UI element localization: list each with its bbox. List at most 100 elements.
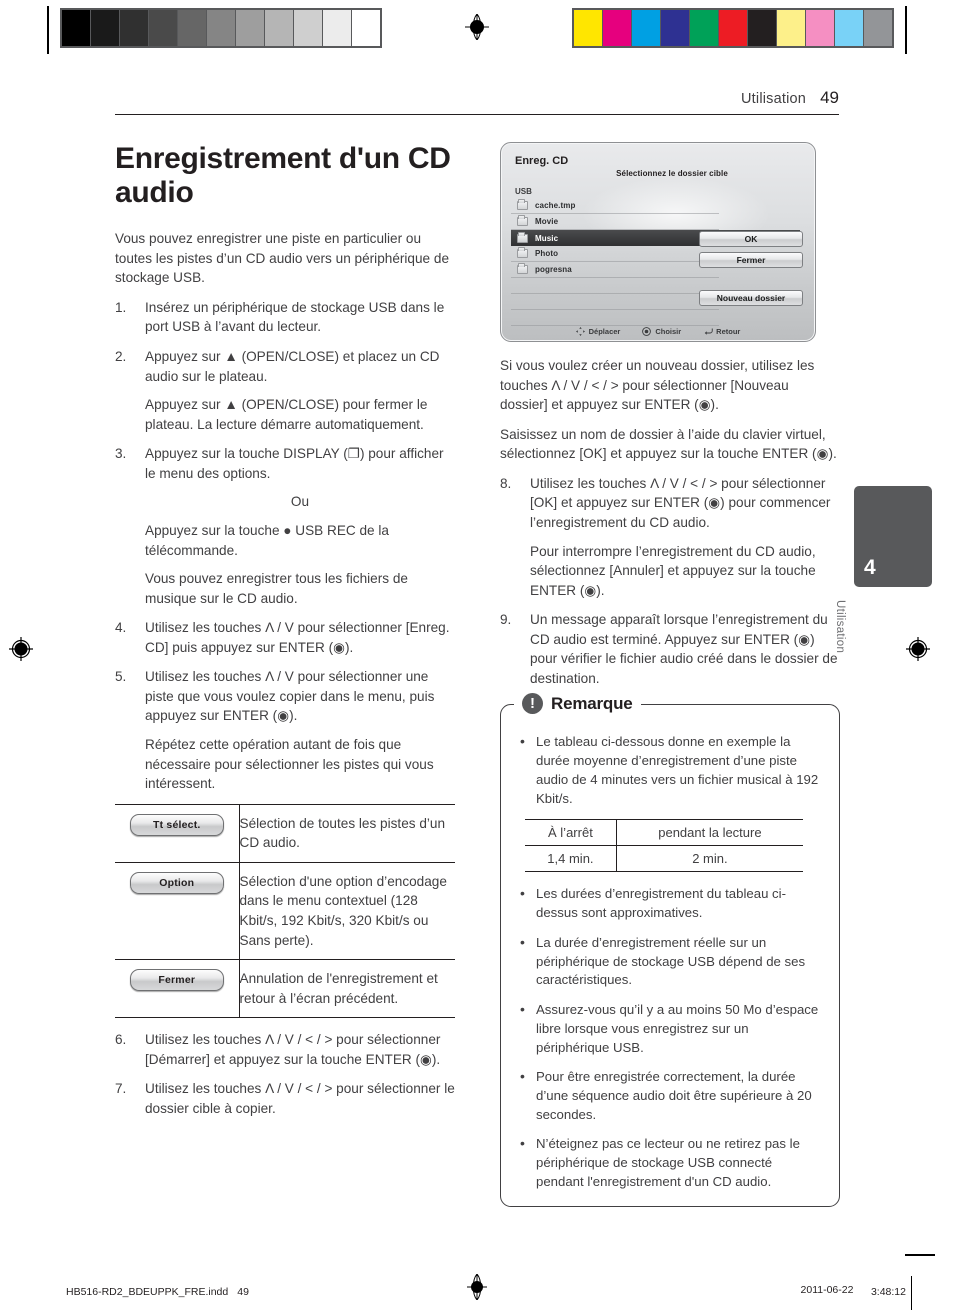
remote-button-graphic: Option [129, 871, 224, 894]
procedure-step: 4. Utilisez les touches Λ / V pour sélect… [115, 618, 455, 657]
right-paragraphs-top: Si vous voulez créer un nouveau dossier,… [500, 356, 840, 464]
step-number: 1. [115, 299, 127, 315]
list-item[interactable]: pogresna [511, 262, 719, 278]
mock-folder-list[interactable]: cache.tmp Movie Music Photo pogresna [511, 198, 800, 326]
mock-button-fermer[interactable]: Fermer [699, 252, 803, 268]
mock-hint: Retour [703, 327, 740, 336]
folder-name: Music [535, 233, 559, 243]
body-paragraph: Si vous voulez créer un nouveau dossier,… [500, 358, 815, 413]
return-icon [703, 327, 713, 336]
remote-button-graphic: Tt sélect. [129, 813, 224, 836]
step-paragraph: Appuyez sur la touche DISPLAY (❐) pour a… [145, 446, 444, 481]
step-paragraph: Utilisez les touches Λ / V pour sélectio… [145, 669, 435, 724]
list-item-empty [511, 294, 719, 310]
procedure-step: 5. Utilisez les touches Λ / V pour sélect… [115, 667, 455, 793]
procedure-step: 2. Appuyez sur ▲ (OPEN/CLOSE) et placez u… [115, 347, 455, 434]
recording-duration-table: À l’arrêt pendant la lecture 1,4 min. 2 mi… [525, 819, 803, 873]
step-paragraph: Appuyez sur ▲ (OPEN/CLOSE) et placez un … [145, 349, 440, 384]
gray-swatch [62, 10, 91, 46]
step-paragraph: Répétez cette opération autant de fois q… [145, 737, 434, 792]
color-swatch [719, 10, 748, 46]
step-paragraph: Utilisez les touches Λ / V / < / > pour … [145, 1032, 441, 1067]
step-paragraph: Ou [290, 494, 310, 510]
step-paragraph: Vous pouvez enregistrer tous les fichier… [145, 571, 408, 606]
footer-crop-mark [911, 1276, 913, 1310]
footer-time: 3:48:12 [860, 1286, 906, 1298]
mock-button-nouveau-dossier[interactable]: Nouveau dossier [699, 290, 803, 306]
table-header-cell: pendant la lecture [616, 819, 803, 847]
note-bullet: La durée d’enregistrement réelle sur un … [517, 933, 823, 990]
step-number: 5. [115, 669, 127, 685]
mock-hint-label: Choisir [655, 327, 682, 336]
table-row: Tt sélect. Sélection de toutes les pistes… [115, 803, 455, 863]
mock-button-group: OK Fermer Nouveau dossier [699, 231, 803, 311]
table-row: 1,4 min. 2 min. [525, 845, 803, 873]
mock-button-ok[interactable]: OK [699, 231, 803, 247]
device-screen-mockup: Enreg. CD Sélectionnez le dossier cible … [500, 142, 816, 342]
procedure-step: 3. Appuyez sur la touche DISPLAY (❐) pour… [115, 444, 455, 608]
mock-hint-label: Retour [716, 327, 741, 336]
print-footer: HB516-RD2_BDEUPPK_FRE.indd 49 2011-06-22… [66, 1284, 906, 1299]
list-item[interactable]: cache.tmp [511, 198, 719, 214]
procedure-step: 9. Un message apparaît lorsque l’enregist… [500, 610, 840, 688]
note-bullets-before: Le tableau ci-dessous donne en exemple l… [517, 732, 823, 808]
step-number: 3. [115, 446, 127, 462]
step-number: 9. [500, 612, 512, 628]
step-paragraph: Insérez un périphérique de stockage USB … [145, 299, 445, 335]
gray-swatch [236, 10, 265, 46]
note-bullet: Le tableau ci-dessous donne en exemple l… [517, 732, 823, 808]
color-swatch [777, 10, 806, 46]
header-section-title: Utilisation [741, 91, 807, 107]
color-swatch [748, 10, 777, 46]
right-column: Enreg. CD Sélectionnez le dossier cible … [500, 142, 840, 1207]
enter-icon [642, 327, 652, 336]
button-cell: Option [115, 862, 240, 961]
table-cell: 1,4 min. [525, 845, 617, 873]
gray-swatch [178, 10, 207, 46]
folder-name: Movie [535, 217, 559, 226]
button-reference-table: Tt sélect. Sélection de toutes les pistes… [115, 803, 455, 1019]
mock-hint: Choisir [642, 327, 681, 336]
note-bullet: Les durées d’enregistrement du tableau c… [517, 884, 823, 922]
step-number: 4. [115, 620, 127, 636]
procedure-steps-3: 8. Utilisez les touches Λ / V / < / > pou… [500, 474, 840, 689]
step-paragraph: Appuyez sur la touche ● USB REC de la té… [145, 522, 389, 558]
procedure-step: 6. Utilisez les touches Λ / V / < / > pou… [115, 1030, 455, 1069]
header-divider [115, 114, 839, 115]
list-item[interactable]: Photo [511, 246, 719, 262]
mock-hint-label: Déplacer [588, 327, 621, 336]
button-description: Sélection d'une option d’encodage dans l… [239, 862, 455, 961]
button-cell: Tt sélect. [115, 803, 240, 863]
button-cell: Fermer [115, 959, 240, 1019]
gray-swatch [294, 10, 323, 46]
chapter-label: Utilisation [834, 600, 846, 654]
color-swatch [864, 10, 892, 46]
gray-swatch [265, 10, 294, 46]
registration-target-left [8, 636, 34, 662]
mock-subtitle: Sélectionnez le dossier cible [616, 169, 728, 178]
step-number: 8. [500, 475, 512, 491]
step-paragraph: Utilisez les touches Λ / V / < / > pour … [530, 475, 831, 530]
color-swatch [574, 10, 603, 46]
intro-paragraph: Vous pouvez enregistrer une piste en par… [115, 231, 450, 286]
step-paragraph: Appuyez sur ▲ (OPEN/CLOSE) pour fermer l… [145, 397, 428, 432]
body-paragraph: Saisissez un nom de dossier à l’aide du … [500, 426, 837, 462]
folder-icon [517, 199, 528, 210]
footer-filename: HB516-RD2_BDEUPPK_FRE.indd [66, 1285, 229, 1298]
left-column: Enregistrement d'un CD audio Vous pouvez… [115, 142, 455, 1128]
note-header: ! Remarque [514, 693, 641, 715]
table-cell: 2 min. [616, 845, 803, 873]
mock-source-label: USB [515, 187, 532, 196]
chapter-tab: 4 [854, 486, 932, 587]
gray-swatch [207, 10, 236, 46]
list-item[interactable]: Movie [511, 214, 719, 230]
note-box: ! Remarque Le tableau ci-dessous donne e… [500, 693, 840, 1207]
page-title: Enregistrement d'un CD audio [115, 142, 451, 209]
step-paragraph: Un message apparaît lorsque l’enregistre… [530, 612, 838, 686]
dpad-icon [575, 327, 585, 336]
registration-target-right [905, 636, 931, 662]
note-bullets-after: Les durées d’enregistrement du tableau c… [517, 884, 823, 1191]
note-title: Remarque [551, 693, 633, 713]
exclamation-icon: ! [522, 693, 543, 715]
folder-icon [517, 247, 528, 258]
